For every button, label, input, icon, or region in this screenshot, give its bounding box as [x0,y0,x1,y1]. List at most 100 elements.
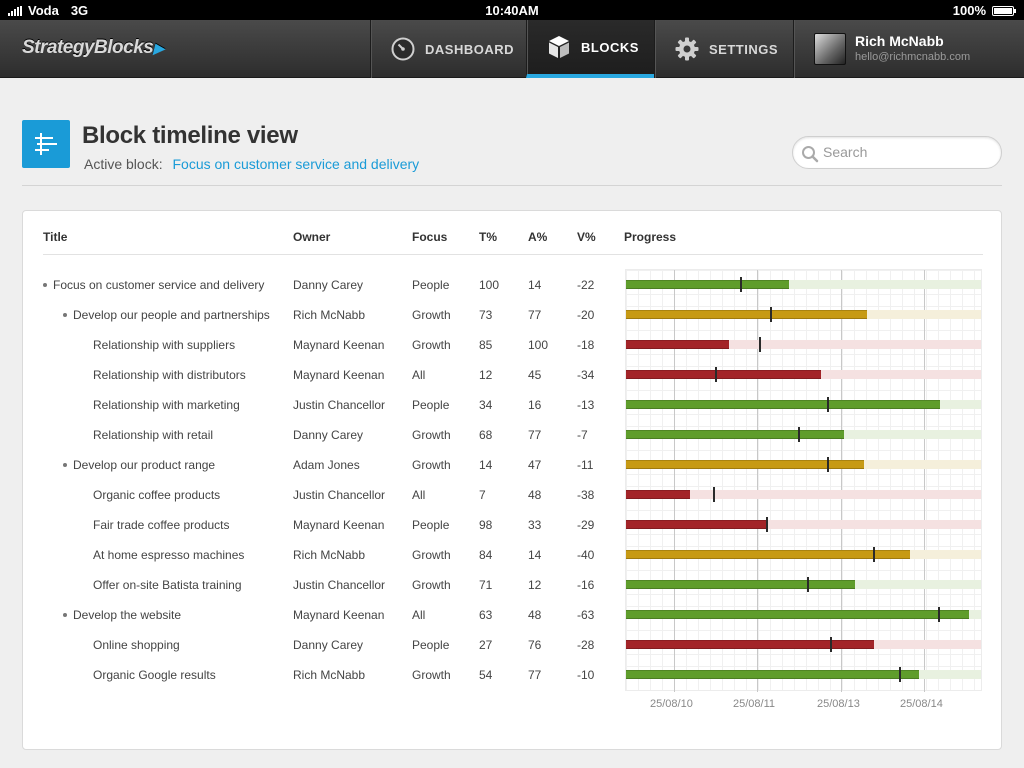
timeline-date-label: 25/08/13 [817,698,860,710]
owner-cell: Maynard Keenan [293,368,385,382]
bullet-icon [63,312,67,317]
title-cell[interactable]: Fair trade coffee products [93,518,230,532]
actual-percent-cell: 77 [528,428,542,442]
title-cell[interactable]: At home espresso machines [93,548,244,562]
nav-blocks[interactable]: BLOCKS [526,20,654,78]
col-target[interactable]: T% [479,230,497,244]
app-header: StrategyBlocks▶ DASHBOARD BLOCKS SETTING… [0,20,1024,78]
actual-percent-cell: 14 [528,278,542,292]
title-cell[interactable]: Relationship with retail [93,428,213,442]
title-cell[interactable]: Focus on customer service and delivery [43,278,264,292]
timeline-gridline [841,270,842,692]
title-cell[interactable]: Develop our product range [63,458,215,472]
focus-cell: All [412,608,426,622]
nav-dashboard[interactable]: DASHBOARD [370,20,526,78]
title-cell[interactable]: Offer on-site Batista training [93,578,242,592]
search-input[interactable] [823,144,993,160]
battery-percent: 100% [952,3,986,18]
target-marker [759,337,761,352]
title-cell[interactable]: Online shopping [93,638,180,652]
actual-percent-cell: 100 [528,338,549,352]
block-title: Online shopping [93,638,180,652]
progress-track [626,517,981,532]
focus-cell: Growth [412,308,451,322]
target-percent-cell: 100 [479,278,500,292]
progress-bar-red [626,640,874,649]
progress-track [626,397,981,412]
nav-settings[interactable]: SETTINGS [654,20,793,78]
col-owner[interactable]: Owner [293,230,330,244]
owner-cell: Justin Chancellor [293,398,386,412]
logo-play-icon: ▶ [153,40,164,56]
focus-cell: People [412,518,450,532]
target-percent-cell: 34 [479,398,493,412]
table-header-divider [43,254,983,255]
col-title[interactable]: Title [43,230,67,244]
actual-percent-cell: 76 [528,638,542,652]
progress-bar-green [626,670,919,679]
owner-cell: Maynard Keenan [293,608,385,622]
title-cell[interactable]: Relationship with marketing [93,398,240,412]
progress-track [626,547,981,562]
block-title: Organic coffee products [93,488,221,502]
progress-track [626,427,981,442]
target-marker [938,607,940,622]
progress-track [626,667,981,682]
bullet-icon [43,282,47,287]
variance-percent-cell: -34 [577,368,595,382]
target-percent-cell: 73 [479,308,493,322]
col-actual[interactable]: A% [528,230,547,244]
variance-percent-cell: -11 [577,458,594,472]
target-marker [807,577,809,592]
progress-bar-green [626,610,969,619]
bullet-icon [63,612,67,617]
col-variance[interactable]: V% [577,230,596,244]
target-percent-cell: 85 [479,338,493,352]
target-marker [899,667,901,682]
timeline-view-icon [22,120,70,168]
target-marker [713,487,715,502]
title-cell[interactable]: Develop our people and partnerships [63,308,270,322]
owner-cell: Adam Jones [293,458,360,472]
progress-track [626,277,981,292]
target-marker [740,277,742,292]
title-cell[interactable]: Relationship with suppliers [93,338,235,352]
active-block-label: Active block: [84,156,163,172]
title-cell[interactable]: Develop the website [63,608,181,622]
search-box[interactable] [792,136,1002,169]
title-cell[interactable]: Organic Google results [93,668,216,682]
target-marker [798,427,800,442]
owner-cell: Justin Chancellor [293,488,386,502]
search-icon [801,145,819,168]
target-marker [770,307,772,322]
variance-percent-cell: -13 [577,398,595,412]
owner-cell: Danny Carey [293,278,364,292]
actual-percent-cell: 33 [528,518,542,532]
status-bar: Voda 3G 10:40AM 100% [0,0,1024,20]
owner-cell: Rich McNabb [293,548,366,562]
title-cell[interactable]: Relationship with distributors [93,368,246,382]
target-percent-cell: 84 [479,548,493,562]
cube-icon [547,35,571,59]
user-menu[interactable]: Rich McNabb hello@richmcnabb.com [793,20,1024,78]
progress-track [626,367,981,382]
owner-cell: Rich McNabb [293,668,366,682]
progress-bar-red [626,490,690,499]
active-block-link[interactable]: Focus on customer service and delivery [172,156,419,172]
target-marker [873,547,875,562]
actual-percent-cell: 12 [528,578,542,592]
block-title: Relationship with marketing [93,398,240,412]
col-focus[interactable]: Focus [412,230,447,244]
owner-cell: Danny Carey [293,428,364,442]
block-title: Develop the website [73,608,182,622]
focus-cell: People [412,398,450,412]
block-title: Relationship with suppliers [93,338,236,352]
actual-percent-cell: 77 [528,308,542,322]
target-percent-cell: 68 [479,428,493,442]
gauge-icon [391,37,415,61]
progress-track [626,637,981,652]
app-logo[interactable]: StrategyBlocks▶ [22,37,164,59]
title-cell[interactable]: Organic coffee products [93,488,220,502]
progress-track [626,577,981,592]
col-progress: Progress [624,230,677,244]
